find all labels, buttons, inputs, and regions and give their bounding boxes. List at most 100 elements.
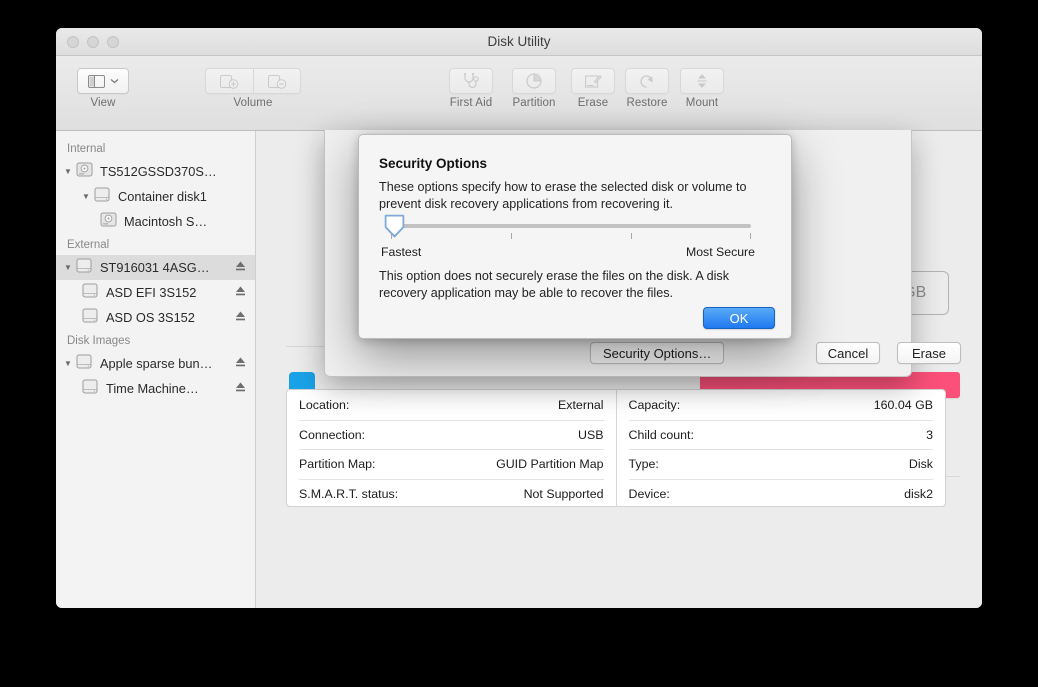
info-key: Device: <box>628 486 670 501</box>
sidebar-item-apple-sparse-bundle[interactable]: ▼ Apple sparse bun… <box>56 351 255 376</box>
toolbar-group-first-aid: First Aid <box>442 68 500 109</box>
volume-segmented-control <box>196 68 310 94</box>
toolbar-group-volume: Volume <box>196 68 310 109</box>
volume-icon <box>82 308 101 328</box>
toolbar-group-info: Info <box>980 68 982 109</box>
erase-button[interactable]: Erase <box>897 342 961 364</box>
info-key: Child count: <box>628 427 694 442</box>
toolbar-group-partition: Partition <box>500 68 568 109</box>
eject-icon[interactable] <box>235 380 247 398</box>
sidebar-section-header-internal: Internal <box>67 143 106 155</box>
remove-volume-button[interactable] <box>253 68 301 94</box>
add-volume-icon <box>220 74 239 89</box>
stethoscope-icon <box>463 73 479 89</box>
sidebar-item-st916031-4asg[interactable]: ▼ ST916031 4ASG… <box>56 255 255 280</box>
screenshot-root: Disk Utility View Volume First Aid Parti… <box>0 0 1038 687</box>
info-key: Type: <box>628 457 659 472</box>
disclosure-triangle-icon[interactable]: ▼ <box>60 167 76 176</box>
eject-icon[interactable] <box>235 309 247 327</box>
volume-icon <box>76 354 95 374</box>
info-row: S.M.A.R.T. status: Not Supported <box>299 478 604 509</box>
info-table-right-column: Capacity: 160.04 GB Child count: 3 Type:… <box>615 390 946 509</box>
info-row: Partition Map: GUID Partition Map <box>299 449 604 479</box>
restore-label: Restore <box>626 97 668 109</box>
info-key: Partition Map: <box>299 457 376 472</box>
info-value: USB <box>578 427 604 442</box>
partition-button[interactable] <box>512 68 556 94</box>
eraser-icon <box>584 74 602 88</box>
eject-icon[interactable] <box>235 355 247 373</box>
info-row: Connection: USB <box>299 419 604 450</box>
dialog-description: These options specify how to erase the s… <box>379 180 747 211</box>
info-row: Device: disk2 <box>628 478 933 509</box>
security-options-dialog: Security Options These options specify h… <box>358 134 792 339</box>
window-title: Disk Utility <box>487 34 551 49</box>
toolbar: View Volume First Aid Partition Erase Re… <box>56 56 982 131</box>
sidebar-item-asd-efi-3s152[interactable]: ASD EFI 3S152 <box>56 280 255 305</box>
erase-label: Erase <box>577 97 609 109</box>
sidebar-item-label: ASD OS 3S152 <box>106 310 195 325</box>
info-value: GUID Partition Map <box>496 457 604 472</box>
info-value: 3 <box>926 427 933 442</box>
mount-label: Mount <box>685 97 719 109</box>
volume-icon <box>82 379 101 399</box>
hard-disk-icon <box>100 212 119 232</box>
info-value: Disk <box>908 457 933 472</box>
sidebar-item-label: Macintosh S… <box>124 214 208 229</box>
toolbar-group-mount: Mount <box>676 68 728 109</box>
info-table-left-column: Location: External Connection: USB Parti… <box>287 390 616 506</box>
chevron-down-icon <box>110 79 118 84</box>
info-key: S.M.A.R.T. status: <box>299 486 399 501</box>
eject-icon[interactable] <box>235 259 247 277</box>
disclosure-triangle-icon[interactable]: ▼ <box>78 192 94 201</box>
cancel-button[interactable]: Cancel <box>816 342 880 364</box>
erase-toolbar-button[interactable] <box>571 68 615 94</box>
add-volume-button[interactable] <box>205 68 253 94</box>
first-aid-label: First Aid <box>449 97 493 109</box>
eject-icon[interactable] <box>235 284 247 302</box>
security-options-button[interactable]: Security Options… <box>590 342 725 364</box>
ok-button[interactable]: OK <box>703 307 775 329</box>
info-value: External <box>558 397 604 412</box>
info-value: Not Supported <box>523 486 604 501</box>
info-row: Location: External <box>299 390 604 420</box>
partition-label: Partition <box>512 97 556 109</box>
info-key: Connection: <box>299 427 366 442</box>
info-row: Capacity: 160.04 GB <box>629 390 934 420</box>
toolbar-group-erase: Erase <box>568 68 618 109</box>
sidebar-item-ts512gssd370s[interactable]: ▼ TS512GSSD370S… <box>56 159 255 184</box>
slider-ticks <box>391 233 751 239</box>
disclosure-triangle-icon[interactable]: ▼ <box>60 263 76 272</box>
sidebar-item-macintosh-s[interactable]: Macintosh S… <box>56 209 255 234</box>
sidebar-item-time-machine[interactable]: Time Machine… <box>56 376 255 401</box>
info-key: Capacity: <box>628 397 681 412</box>
sidebar-item-label: Container disk1 <box>118 189 207 204</box>
first-aid-button[interactable] <box>449 68 493 94</box>
disk-utility-window: Disk Utility View Volume First Aid Parti… <box>56 28 982 608</box>
info-key: Location: <box>299 397 350 412</box>
info-row: Type: Disk <box>628 449 933 479</box>
info-table: Location: External Connection: USB Parti… <box>286 389 946 507</box>
dialog-note: This option does not securely erase the … <box>379 269 730 300</box>
sidebar-section-header-disk-images: Disk Images <box>67 335 131 347</box>
info-row: Child count: 3 <box>628 419 933 450</box>
restore-button[interactable] <box>625 68 669 94</box>
sidebar-section-header-external: External <box>67 239 110 251</box>
slider-track[interactable] <box>391 224 751 228</box>
sidebar-icon <box>87 74 105 88</box>
sidebar-item-label: ASD EFI 3S152 <box>106 285 197 300</box>
toolbar-group-view: View <box>70 68 136 109</box>
sidebar-item-container-disk1[interactable]: ▼ Container disk1 <box>56 184 255 209</box>
info-label: Info <box>980 97 982 109</box>
disclosure-triangle-icon[interactable]: ▼ <box>60 359 76 368</box>
slider-thumb-icon[interactable] <box>384 214 405 238</box>
sidebar-item-asd-os-3s152[interactable]: ASD OS 3S152 <box>56 305 255 330</box>
volume-label: Volume <box>233 97 273 109</box>
volume-icon <box>82 283 101 303</box>
window-titlebar[interactable]: Disk Utility <box>56 28 982 56</box>
sidebar: Internal ▼ TS512GSSD370S… ▼ Container di… <box>56 131 256 608</box>
dialog-title: Security Options <box>379 156 488 171</box>
view-button[interactable] <box>77 68 129 94</box>
view-label: View <box>90 97 116 109</box>
mount-button[interactable] <box>680 68 724 94</box>
